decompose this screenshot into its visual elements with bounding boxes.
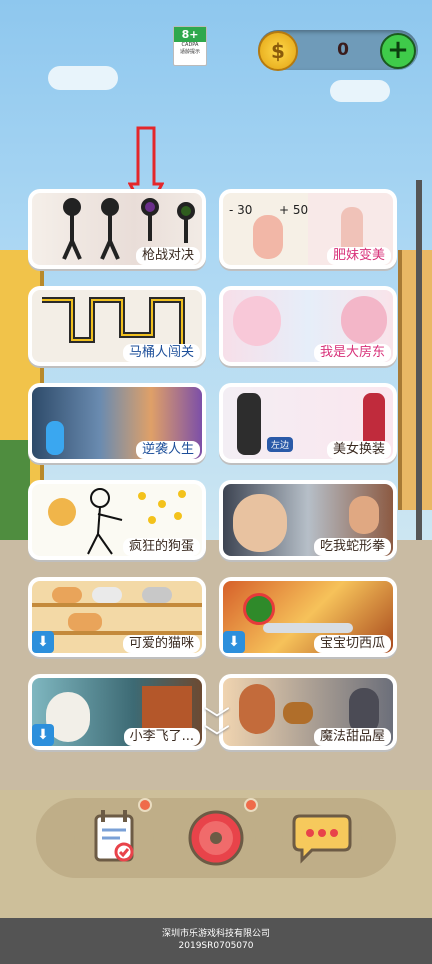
game-title: 魔法甜品屋: [313, 728, 391, 746]
temple-art: [142, 686, 192, 730]
cat-art: [52, 587, 82, 603]
background-building: [398, 250, 432, 510]
shelf-art: [32, 603, 202, 607]
game-title: 宝宝切西瓜: [313, 635, 391, 653]
game-title: 疯狂的狗蛋: [122, 538, 200, 556]
game-card[interactable]: - 30 + 50 肥妹变美: [219, 189, 397, 269]
game-card[interactable]: 枪战对决: [28, 189, 206, 269]
game-card[interactable]: 魔法甜品屋: [219, 674, 397, 750]
game-card[interactable]: 疯狂的狗蛋: [28, 480, 206, 560]
blade-art: [263, 623, 353, 633]
side-tag: 左边: [267, 437, 294, 452]
game-title: 枪战对决: [135, 247, 200, 265]
download-icon[interactable]: ⬇: [223, 631, 245, 653]
game-card[interactable]: ⬇ 小李飞了...: [28, 674, 206, 750]
game-title: 逆袭人生: [135, 441, 200, 459]
chat-icon: [292, 814, 352, 864]
character-art: [253, 215, 283, 259]
character-art: [233, 494, 287, 552]
game-card[interactable]: 吃我蛇形拳: [219, 480, 397, 560]
record-icon: [188, 810, 244, 866]
cloud: [48, 66, 118, 90]
game-card[interactable]: 左边 美女换装: [219, 383, 397, 463]
coin-balance-bar: $ 0 +: [258, 30, 418, 71]
game-card[interactable]: 逆袭人生: [28, 383, 206, 463]
footer: 深圳市乐游戏科技有限公司 2019SR0705070: [0, 918, 432, 964]
game-card[interactable]: ⬇ 可爱的猫咪: [28, 577, 206, 657]
character-art: [46, 421, 64, 455]
cat-art: [68, 613, 102, 631]
notification-dot: [138, 798, 152, 812]
coin-count: 0: [337, 40, 349, 60]
game-card[interactable]: ⬇ 宝宝切西瓜: [219, 577, 397, 657]
game-title: 马桶人闯关: [122, 344, 200, 362]
character-art: [349, 496, 379, 534]
download-icon[interactable]: ⬇: [32, 724, 54, 746]
character-art: [239, 684, 275, 734]
coin-icon: $: [258, 31, 298, 71]
company-name: 深圳市乐游戏科技有限公司: [161, 929, 270, 939]
game-title: 小李飞了...: [123, 728, 200, 746]
game-title: 吃我蛇形拳: [313, 538, 391, 556]
character-art: [233, 296, 281, 346]
age-rating-badge: 8+ CADPA 适龄提示: [173, 26, 207, 66]
record-button[interactable]: [176, 798, 256, 878]
age-rating-org: CADPA: [181, 42, 199, 48]
messages-button[interactable]: [282, 798, 362, 878]
game-card[interactable]: 马桶人闯关: [28, 286, 206, 366]
game-card[interactable]: 我是大房东: [219, 286, 397, 366]
age-rating-value: 8+: [174, 27, 206, 42]
burger-art: [283, 702, 313, 724]
tag-plus: + 50: [279, 203, 309, 217]
game-title: 可爱的猫咪: [122, 635, 200, 653]
age-rating-note: 适龄提示: [179, 49, 200, 55]
character-art: [237, 393, 261, 455]
watermelon-art: [243, 593, 275, 625]
game-title: 我是大房东: [313, 344, 391, 362]
scroll-down-chevron-icon[interactable]: ﹀ ﹀: [194, 708, 240, 752]
add-coins-button[interactable]: +: [380, 33, 416, 69]
cat-art: [92, 587, 122, 603]
game-title: 肥妹变美: [326, 247, 391, 265]
tag-minus: - 30: [229, 203, 253, 217]
cat-art: [142, 587, 172, 603]
background-pole: [416, 180, 422, 560]
character-art: [341, 296, 387, 344]
cloud: [330, 80, 390, 102]
registration-number: 2019SR0705070: [178, 941, 254, 951]
game-title: 美女换装: [326, 441, 391, 459]
bottom-dock: [0, 790, 432, 918]
download-icon[interactable]: ⬇: [32, 631, 54, 653]
notification-dot: [244, 798, 258, 812]
